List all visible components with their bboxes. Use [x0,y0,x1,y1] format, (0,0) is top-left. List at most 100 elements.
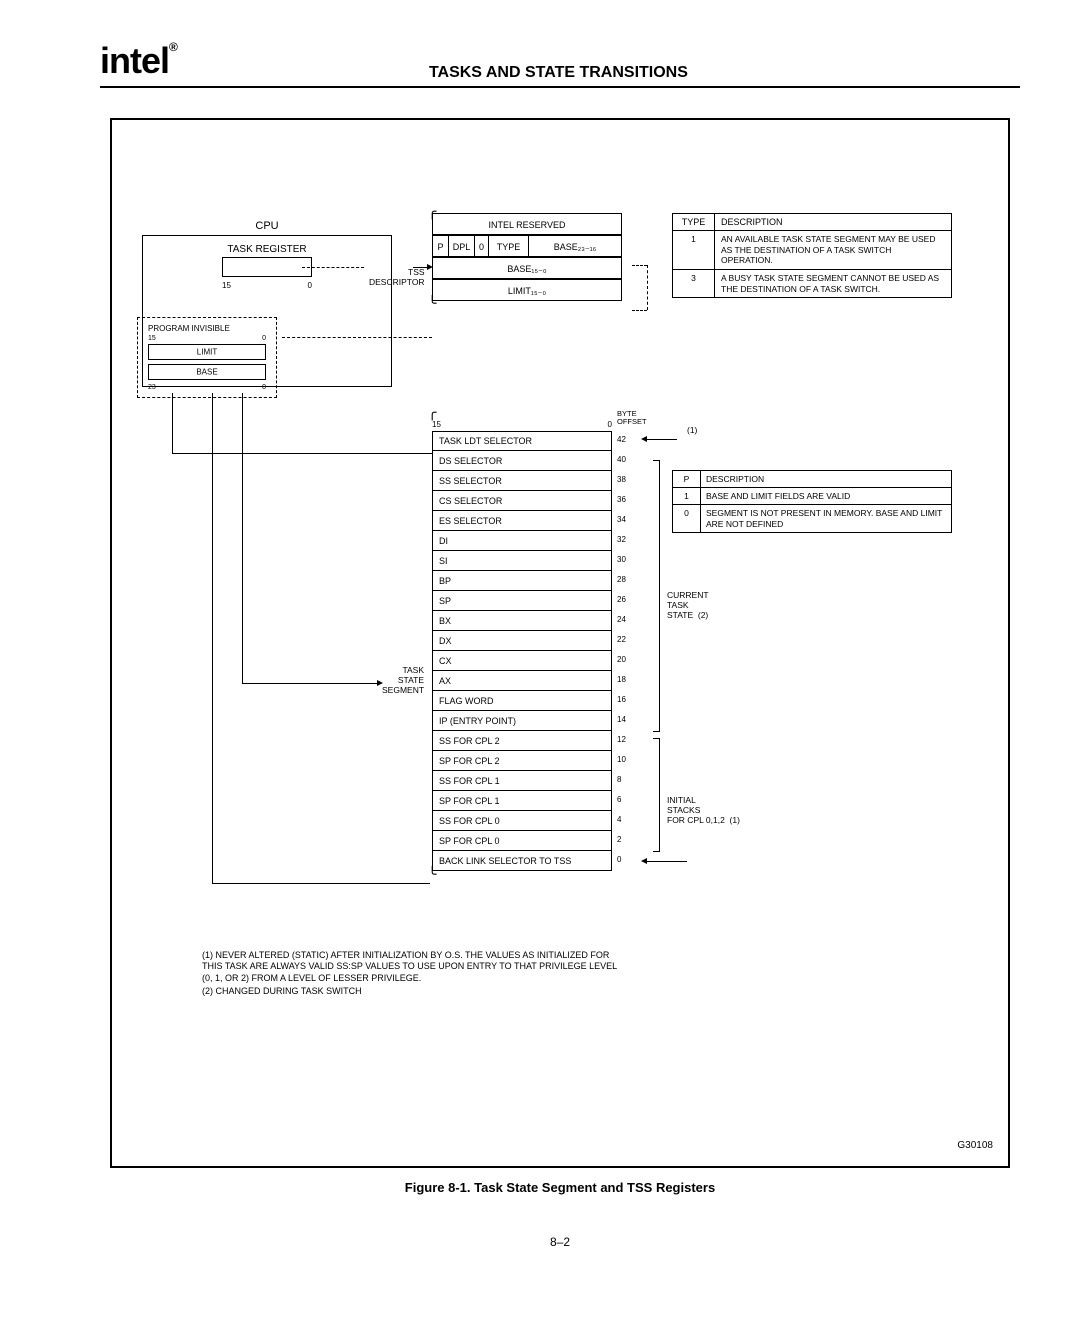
type-description-table: TYPE DESCRIPTION 1 AN AVAILABLE TASK STA… [672,213,952,298]
tss-row: SP FOR CPL 1 [432,791,612,811]
tt-r2-desc: A BUSY TASK STATE SEGMENT CANNOT BE USED… [715,270,951,297]
bracket-desc-b [632,310,647,311]
descriptor-block: ╭ INTEL RESERVED P DPL 0 TYPE BASE₂₃₋₁₆ … [432,213,622,301]
tss-row: SS SELECTOR [432,471,612,491]
arrow-offset-1 [645,439,677,440]
page-title: TASKS AND STATE TRANSITIONS [177,64,1020,82]
tss-row: AX [432,671,612,691]
limit-label: LIMIT [197,348,217,357]
tss-point-label: TASK STATE SEGMENT [382,666,424,695]
diagram-content: CPU TASK REGISTER 15 0 PROGRAM INVISIBLE… [132,210,988,1110]
bit-hi: 15 [222,281,231,290]
p-row-1: 1 BASE AND LIMIT FIELDS ARE VALID [673,488,951,505]
stacks-ref: (1) [730,815,740,825]
base-lo-label: BASE₁₅₋₀ [433,258,621,278]
brace-stacks [653,738,660,852]
p-r1-p: 1 [673,488,701,505]
h-limit-top [172,453,432,454]
footnote-1: (1) NEVER ALTERED (STATIC) AFTER INITIAL… [202,950,622,984]
page-number: 8–2 [100,1235,1020,1249]
program-invisible-box: PROGRAM INVISIBLE 15 0 LIMIT BASE 230 [137,317,277,398]
stacks-label: INITIAL STACKS FOR CPL 0,1,2 (1) [667,795,740,826]
arrow-backlink [645,861,687,862]
base-label: BASE [196,368,217,377]
tss-lo: 0 [608,420,612,429]
desc-pdpl: P DPL 0 TYPE BASE₂₃₋₁₆ [432,235,622,257]
tt-row-1: 1 AN AVAILABLE TASK STATE SEGMENT MAY BE… [673,231,951,270]
tss-descriptor-label: TSS DESCRIPTOR [369,268,425,288]
p-h1: P [673,471,701,488]
tss-row: SI [432,551,612,571]
task-register-box [222,257,312,277]
footnotes: (1) NEVER ALTERED (STATIC) AFTER INITIAL… [202,950,622,997]
pi-hi: 15 [148,335,156,342]
cpu-title: CPU [142,220,392,232]
desc-zero: 0 [475,236,489,256]
tss-row: SP [432,591,612,611]
stacks-text: INITIAL STACKS FOR CPL 0,1,2 [667,795,725,825]
bracket-desc [647,265,648,310]
page-header: intel® TASKS AND STATE TRANSITIONS [100,40,1020,88]
tss-head: 15 0 [432,420,612,429]
current-task-state-label: CURRENT TASK STATE (2) [667,590,709,621]
base-scale: 230 [148,384,266,391]
desc-reserved: INTEL RESERVED [432,213,622,235]
base-box: BASE [148,364,266,380]
tss-row: SS FOR CPL 1 [432,771,612,791]
cts-ref: (2) [698,610,708,620]
offset-value: 0 [617,850,662,870]
desc-base-hi: BASE₂₃₋₁₆ [529,236,621,256]
h-base-bot [212,883,430,884]
tss-row: FLAG WORD [432,691,612,711]
p-h2: DESCRIPTION [701,471,951,488]
tss-row: SP FOR CPL 0 [432,831,612,851]
tt-r1-type: 1 [673,231,715,270]
program-invisible-label: PROGRAM INVISIBLE [148,324,266,333]
figure-caption: Figure 8-1. Task State Segment and TSS R… [100,1180,1020,1195]
figure-box: CPU TASK REGISTER 15 0 PROGRAM INVISIBLE… [110,118,1010,1168]
tss-rows: TASK LDT SELECTORDS SELECTORSS SELECTORC… [432,431,612,871]
task-register-label: TASK REGISTER [155,244,379,255]
tss-row: CX [432,651,612,671]
dash-back [282,337,432,338]
tt-head-desc: DESCRIPTION [715,214,951,231]
page: intel® TASKS AND STATE TRANSITIONS CPU T… [0,0,1080,1289]
tss-row: SS FOR CPL 2 [432,731,612,751]
pi-scale: 15 0 [148,335,266,342]
brace-bot: ╰ [428,295,436,312]
tss-row: DI [432,531,612,551]
v-base-2 [242,393,243,455]
figure-id: G30108 [957,1140,993,1151]
reserved-label: INTEL RESERVED [433,214,621,234]
tss-row: SP FOR CPL 2 [432,751,612,771]
pi-lo: 0 [262,335,266,342]
desc-base-lo: BASE₁₅₋₀ [432,257,622,279]
tss-row: BP [432,571,612,591]
tss-row: ES SELECTOR [432,511,612,531]
tt-row-2: 3 A BUSY TASK STATE SEGMENT CANNOT BE US… [673,270,951,297]
tss-row: CS SELECTOR [432,491,612,511]
registered-mark: ® [169,40,177,54]
tss-brace-bottom: ╰ [428,866,436,883]
tss-row: SS FOR CPL 0 [432,811,612,831]
tss-hi: 15 [432,420,441,429]
p-row-2: 0 SEGMENT IS NOT PRESENT IN MEMORY. BASE… [673,505,951,531]
tss-row: IP (ENTRY POINT) [432,711,612,731]
footnote-2: (2) CHANGED DURING TASK SWITCH [202,986,622,997]
byte-offset-head: BYTE OFFSET [617,410,662,427]
bracket-desc-t [632,265,647,266]
cpu-block: CPU TASK REGISTER 15 0 PROGRAM INVISIBLE… [142,220,392,398]
dash-tr-to-desc [302,267,364,268]
tss-segment-block: ╭ 15 0 TASK LDT SELECTORDS SELECTORSS SE… [432,420,612,871]
desc-dpl: DPL [449,236,475,256]
desc-type: TYPE [489,236,529,256]
tt-head-type: TYPE [673,214,715,231]
v-limit-down [172,393,173,453]
p-description-table: P DESCRIPTION 1 BASE AND LIMIT FIELDS AR… [672,470,952,533]
arrow-tss-seg [242,683,379,684]
tss-row: DX [432,631,612,651]
p-r2-d: SEGMENT IS NOT PRESENT IN MEMORY. BASE A… [701,505,951,531]
tss-brace-top: ╭ [428,404,436,421]
tss-row: BACK LINK SELECTOR TO TSS [432,851,612,871]
task-register-scale: 15 0 [222,281,312,290]
